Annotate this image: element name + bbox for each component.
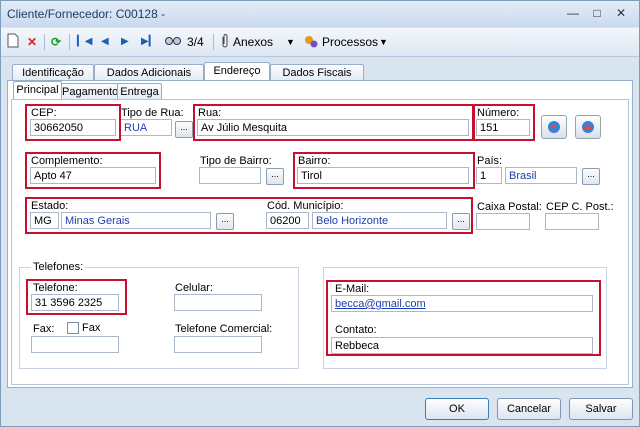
attachments-menu[interactable]: Anexos [233, 33, 273, 51]
mobile-label: Celular: [175, 282, 213, 294]
district-type-input[interactable] [199, 167, 261, 184]
new-record-icon[interactable] [7, 33, 19, 51]
paperclip-icon[interactable] [220, 33, 230, 51]
subtab-entrega[interactable]: Entrega [117, 83, 162, 100]
record-position: 3/4 [187, 35, 204, 49]
save-button[interactable]: Salvar [569, 398, 633, 420]
fax-input[interactable] [31, 336, 119, 353]
street-type-label: Tipo de Rua: [121, 107, 184, 119]
highlight-street [193, 104, 475, 141]
po-cep-input[interactable] [545, 213, 599, 230]
window: Cliente/Fornecedor: C00128 - — □ ✕ ✕ ⟳ ▎… [0, 0, 640, 427]
next-record-icon[interactable]: ▶ [121, 33, 129, 51]
highlight-phone [26, 279, 127, 315]
highlight-contact [326, 280, 601, 356]
refresh-icon[interactable]: ⟳ [51, 33, 61, 51]
fax-check-label: Fax [82, 322, 101, 334]
country-label: País: [477, 155, 503, 167]
fax-label: Fax: [33, 323, 55, 335]
work-phone-label: Telefone Comercial: [175, 323, 273, 335]
country-name-input[interactable]: Brasil [505, 167, 577, 184]
tab-endereco[interactable]: Endereço [204, 62, 270, 81]
chevron-down-icon[interactable]: ▼ [286, 33, 295, 51]
phones-group-label: Telefones: [31, 261, 86, 273]
mobile-input[interactable] [174, 294, 262, 311]
highlight-number [472, 104, 535, 141]
street-type-input[interactable]: RUA [120, 119, 172, 136]
subtab-principal[interactable]: Principal [13, 81, 62, 100]
highlight-complement [25, 152, 161, 189]
maximize-icon[interactable]: □ [587, 4, 607, 22]
find-icon[interactable] [165, 33, 181, 51]
po-box-input[interactable] [476, 213, 530, 230]
fax-checkbox[interactable] [67, 322, 79, 334]
title-bar: Cliente/Fornecedor: C00128 - — □ ✕ [1, 1, 639, 27]
po-cep-label: CEP C. Post.: [546, 201, 614, 213]
cancel-button[interactable]: Cancelar [497, 398, 561, 420]
highlight-district [293, 152, 475, 189]
district-type-label: Tipo de Bairro: [200, 155, 272, 167]
chevron-down-icon[interactable]: ▼ [379, 33, 388, 51]
processes-menu[interactable]: Processos [322, 33, 378, 51]
minimize-icon[interactable]: — [563, 4, 583, 22]
route-map-icon[interactable] [575, 115, 601, 139]
country-lookup-button[interactable]: ... [582, 168, 600, 185]
map-pin-icon[interactable] [541, 115, 567, 139]
tab-identificacao[interactable]: Identificação [12, 64, 94, 81]
subtab-pagamento[interactable]: Pagamento [61, 83, 118, 100]
window-title: Cliente/Fornecedor: C00128 - [7, 7, 166, 21]
toolbar: ✕ ⟳ ▎◀ ◀ ▶ ▶▎ 3/4 Anexos ▼ Processos ▼ [1, 28, 639, 57]
delete-icon[interactable]: ✕ [27, 33, 37, 51]
ok-button[interactable]: OK [425, 398, 489, 420]
highlight-cep [25, 104, 121, 141]
work-phone-input[interactable] [174, 336, 262, 353]
tab-dados-adicionais[interactable]: Dados Adicionais [94, 64, 204, 81]
process-gears-icon[interactable] [303, 33, 319, 51]
district-type-lookup-button[interactable]: ... [266, 168, 284, 185]
street-type-lookup-button[interactable]: ... [175, 121, 193, 138]
first-record-icon[interactable]: ▎◀ [77, 33, 92, 51]
last-record-icon[interactable]: ▶▎ [141, 33, 156, 51]
country-code-input[interactable]: 1 [476, 167, 502, 184]
close-icon[interactable]: ✕ [611, 4, 631, 22]
highlight-state-city [25, 197, 473, 234]
tab-dados-fiscais[interactable]: Dados Fiscais [270, 64, 364, 81]
previous-record-icon[interactable]: ◀ [101, 33, 109, 51]
po-box-label: Caixa Postal: [477, 201, 542, 213]
